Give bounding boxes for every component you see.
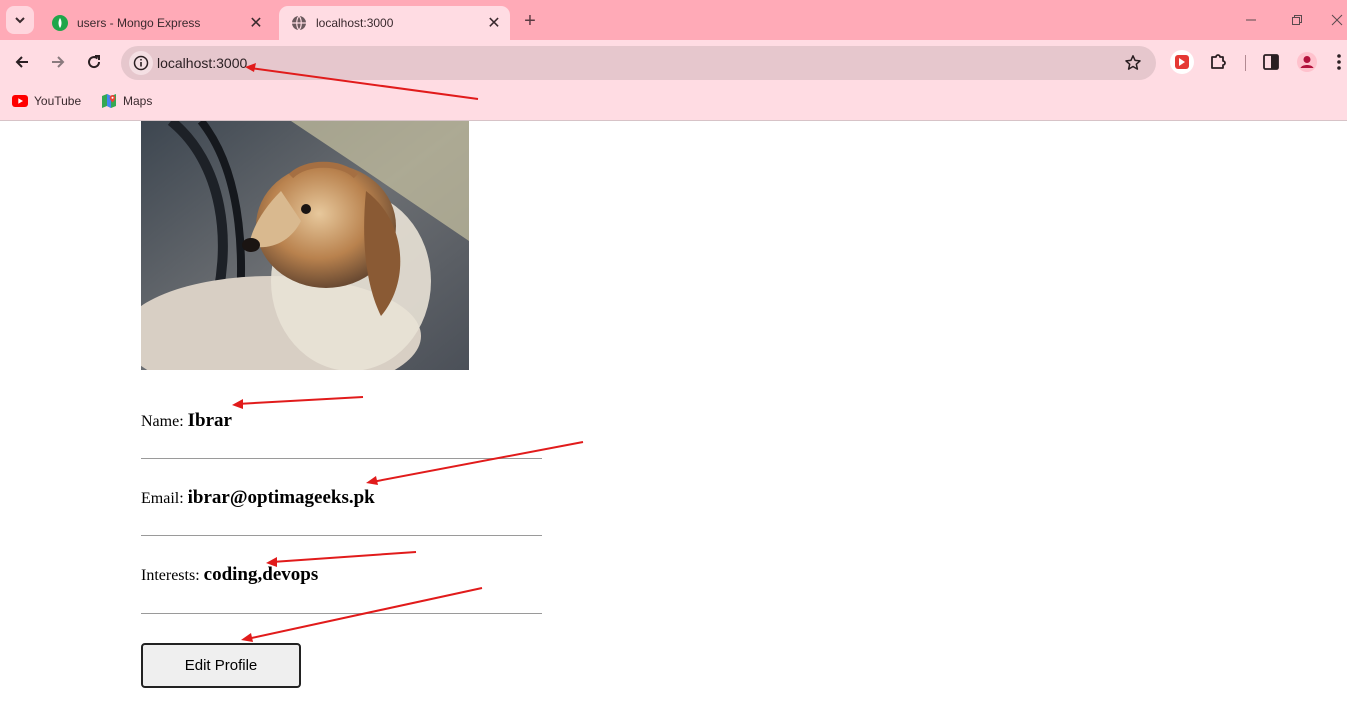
restore-button[interactable] [1282,10,1312,30]
annotation-arrowhead [241,633,253,642]
divider [141,535,542,536]
interests-label: Interests: [141,567,200,584]
tab-mongo-express[interactable]: users - Mongo Express ✕ [40,6,272,40]
profile-email-row: Email: ibrar@optimageeks.pk [141,487,375,509]
edit-profile-button[interactable]: Edit Profile [141,643,301,688]
arrow-left-icon [15,56,28,68]
annotation-arrow [271,551,417,563]
minimize-icon [1246,19,1256,21]
reload-icon [88,55,101,69]
annotation-arrowhead [366,476,378,485]
minimize-button[interactable] [1236,10,1266,30]
close-icon[interactable]: ✕ [484,13,504,33]
annotation-arrowhead [232,399,243,409]
chevron-down-icon [15,17,25,24]
window-close-button[interactable] [1326,10,1347,30]
name-value: Ibrar [187,410,232,431]
annotation-arrow [236,396,364,405]
bookmark-label: YouTube [34,94,82,108]
close-icon[interactable]: ✕ [246,13,266,33]
bookmark-star-icon[interactable] [1122,52,1144,74]
profile-avatar-icon[interactable] [1294,49,1320,75]
profile-name-row: Name: Ibrar [141,410,232,432]
bookmark-maps[interactable]: Maps [101,93,152,109]
bookmark-label: Maps [123,94,153,108]
more-menu-icon[interactable] [1330,49,1347,75]
bookmark-youtube[interactable]: YouTube [12,93,81,109]
tab-search-button[interactable] [6,6,34,34]
tab-title: users - Mongo Express [77,16,201,30]
maps-icon [101,93,117,109]
email-label: Email: [141,490,184,507]
interests-value: coding,devops [203,564,319,585]
tab-strip: users - Mongo Express ✕ localhost:3000 ✕… [0,0,1347,40]
mongodb-leaf-icon [52,15,68,31]
tab-localhost[interactable]: localhost:3000 ✕ [279,6,510,40]
site-info-icon[interactable] [129,51,153,75]
email-value: ibrar@optimageeks.pk [187,487,375,508]
bookmarks-bar: YouTube Maps [0,85,1347,121]
address-bar[interactable]: localhost:3000 [121,46,1156,80]
close-icon [1331,14,1342,26]
extension-red-icon[interactable] [1169,49,1195,75]
globe-icon [291,15,307,31]
tab-title: localhost:3000 [316,16,394,30]
puzzle-piece-icon[interactable] [1205,49,1231,75]
profile-photo [141,121,469,370]
toolbar-divider [1245,55,1246,71]
restore-icon [1292,15,1302,25]
divider [141,458,542,459]
back-button[interactable] [7,47,37,77]
address-url[interactable]: localhost:3000 [157,55,247,71]
name-label: Name: [141,413,184,430]
reload-button[interactable] [79,47,109,77]
arrow-right-icon [52,56,65,68]
divider [141,613,542,614]
youtube-icon [12,93,28,109]
new-tab-button[interactable]: + [519,10,541,32]
forward-button[interactable] [43,47,73,77]
profile-interests-row: Interests: coding,devops [141,564,318,586]
browser-toolbar: localhost:3000 [0,40,1347,85]
side-panel-icon[interactable] [1258,49,1284,75]
annotation-arrow [371,441,584,483]
